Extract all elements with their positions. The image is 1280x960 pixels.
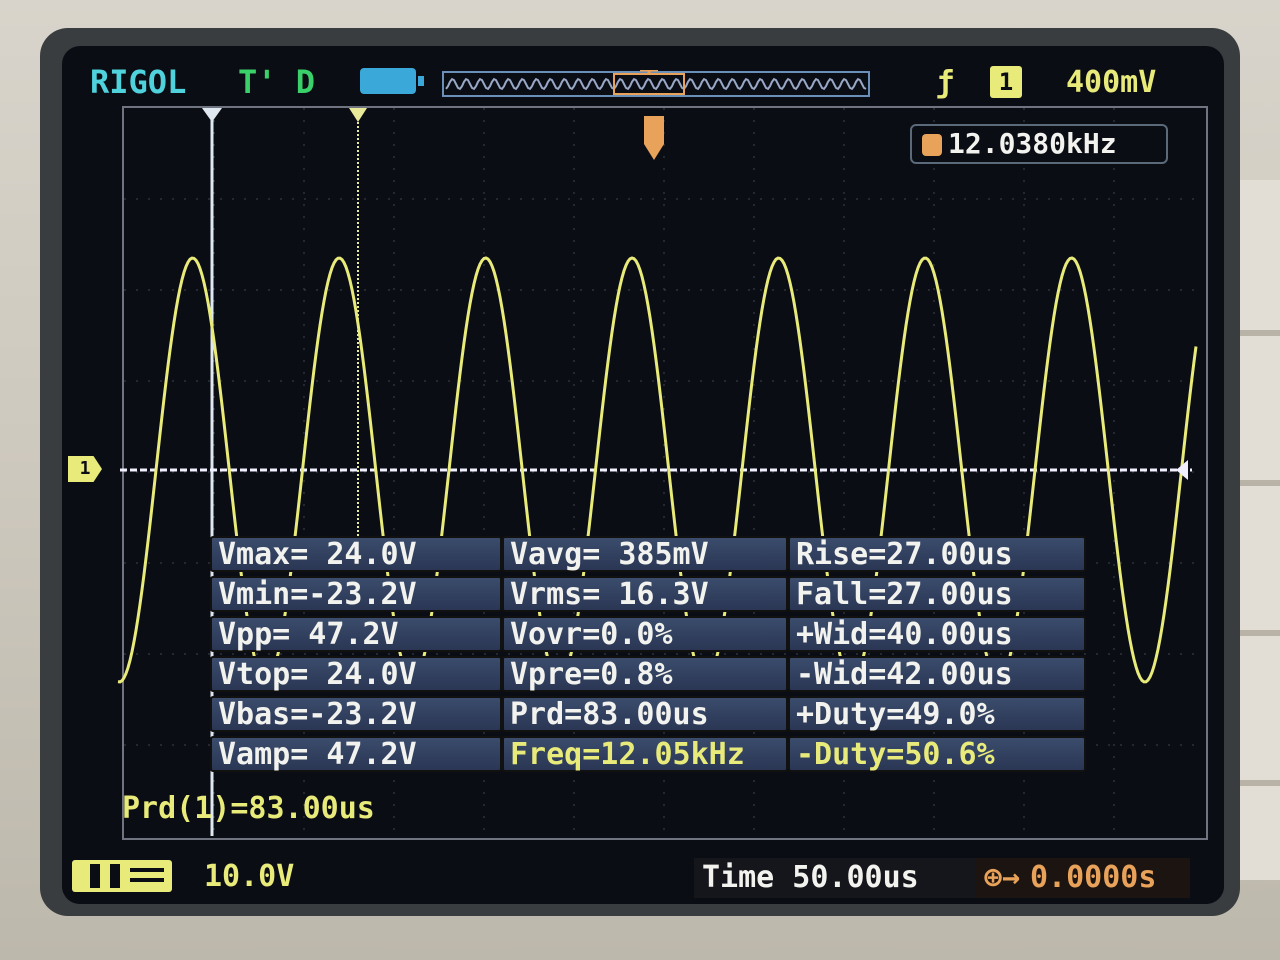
frequency-counter: 12.0380kHz: [910, 124, 1168, 164]
measurement-cell: -Wid=42.00us: [788, 656, 1086, 692]
measurement-row: Vtop= 24.0V Vpre=0.8% -Wid=42.00us: [210, 656, 1094, 694]
measurement-cell: +Duty=49.0%: [788, 696, 1086, 732]
scope-screen: RIGOL T' D ƒ 1 400mV 1 12.0380kHz Vmax= …: [62, 46, 1224, 904]
measurement-cell: Freq=12.05kHz: [502, 736, 788, 772]
status-bar: 10.0V Time 50.00us ⊕→ 0.0000s: [62, 850, 1224, 904]
counter-icon: [922, 134, 942, 156]
counter-frequency: 12.0380kHz: [948, 127, 1117, 160]
measurement-table: Vmax= 24.0V Vavg= 385mV Rise=27.00us Vmi…: [210, 536, 1094, 784]
measurement-cell: Vavg= 385mV: [502, 536, 788, 572]
measurement-cell: Vmin=-23.2V: [210, 576, 502, 612]
timebase: Time 50.00us: [702, 860, 919, 895]
trigger-offset-box: ⊕→ 0.0000s: [976, 858, 1190, 898]
trigger-position-icon: [644, 116, 664, 160]
cursor-b-marker: [349, 108, 367, 122]
channel1-scale: 10.0V: [204, 859, 295, 894]
measurement-cell: -Duty=50.6%: [788, 736, 1086, 772]
cursor-a-marker: [202, 108, 222, 122]
measurement-cell: Rise=27.00us: [788, 536, 1086, 572]
measurement-cell: Vamp= 47.2V: [210, 736, 502, 772]
measurement-cell: Fall=27.00us: [788, 576, 1086, 612]
measurement-cell: Vmax= 24.0V: [210, 536, 502, 572]
measurement-cell: Vrms= 16.3V: [502, 576, 788, 612]
measurement-row: Vmin=-23.2V Vrms= 16.3V Fall=27.00us: [210, 576, 1094, 614]
measurement-row: Vamp= 47.2V Freq=12.05kHz -Duty=50.6%: [210, 736, 1094, 774]
measurement-cell: Vpre=0.8%: [502, 656, 788, 692]
measurement-cell: Prd=83.00us: [502, 696, 788, 732]
measurement-row: Vpp= 47.2V Vovr=0.0% +Wid=40.00us: [210, 616, 1094, 654]
cursor-readout: Prd(1)=83.00us: [122, 791, 375, 826]
channel1-coupling-icon: [72, 860, 172, 892]
measurement-cell: Vovr=0.0%: [502, 616, 788, 652]
timebase-box: Time 50.00us: [694, 858, 976, 898]
measurement-cell: Vtop= 24.0V: [210, 656, 502, 692]
measurement-cell: +Wid=40.00us: [788, 616, 1086, 652]
measurement-row: Vbas=-23.2V Prd=83.00us +Duty=49.0%: [210, 696, 1094, 734]
measurement-cell: Vbas=-23.2V: [210, 696, 502, 732]
trigger-offset: 0.0000s: [1030, 860, 1157, 895]
trigger-offset-icon: ⊕→: [984, 860, 1021, 895]
measurement-cell: Vpp= 47.2V: [210, 616, 502, 652]
measurement-row: Vmax= 24.0V Vavg= 385mV Rise=27.00us: [210, 536, 1094, 574]
